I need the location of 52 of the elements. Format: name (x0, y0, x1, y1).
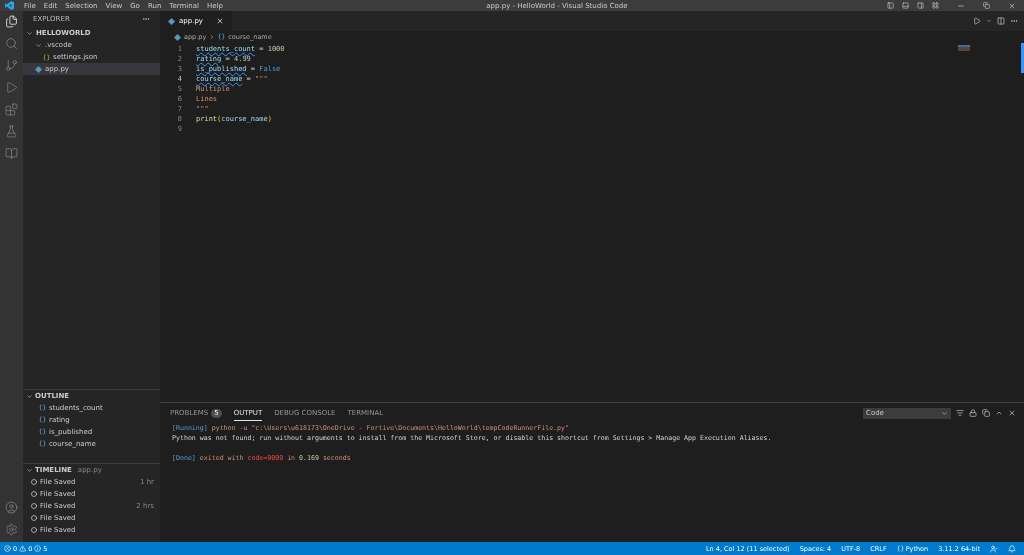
panel-toggle-icon[interactable] (902, 2, 909, 9)
app-logo-icon (5, 1, 14, 10)
account-icon[interactable] (5, 501, 18, 514)
variable-icon (39, 428, 46, 436)
more-icon[interactable] (142, 15, 150, 23)
chevron-icon[interactable] (986, 18, 992, 24)
search-icon[interactable] (5, 37, 18, 50)
copy-icon[interactable] (982, 409, 990, 417)
variable-icon (39, 416, 46, 424)
settings-icon[interactable] (5, 523, 18, 536)
variable-icon (39, 404, 46, 412)
more-icon[interactable] (1010, 17, 1018, 25)
braces-icon (896, 545, 904, 552)
minimap (958, 45, 970, 51)
restore-icon[interactable] (983, 2, 990, 9)
chevron-icon[interactable] (35, 41, 42, 49)
circle-icon (31, 479, 37, 485)
chevron-icon[interactable] (26, 29, 33, 37)
secondary-sidebar-icon[interactable] (917, 2, 924, 9)
scrollbar-marker (1021, 43, 1024, 73)
files-icon[interactable] (5, 15, 18, 28)
lock-icon[interactable] (969, 409, 977, 417)
chevron-icon (941, 409, 948, 417)
book-icon[interactable] (5, 147, 18, 160)
blocks-icon[interactable] (5, 103, 18, 116)
chevron-icon (209, 34, 216, 40)
sidebar-toggle-icon[interactable] (887, 2, 894, 9)
maximize-icon[interactable] (995, 409, 1003, 417)
close-icon[interactable] (1008, 1, 1016, 10)
clear-output-icon[interactable] (956, 409, 964, 417)
feedback-icon[interactable] (990, 544, 998, 553)
circle-icon (31, 503, 37, 509)
bell-icon[interactable] (1008, 544, 1016, 553)
play-icon[interactable] (5, 81, 18, 94)
error-icon (4, 545, 11, 552)
python-file-icon (35, 65, 42, 73)
info-icon (34, 545, 42, 552)
run-icon[interactable] (973, 17, 981, 25)
variable-icon (39, 440, 46, 448)
circle-icon (31, 515, 37, 521)
layout-icon[interactable] (932, 2, 939, 9)
circle-icon (31, 491, 37, 497)
flask-icon[interactable] (5, 125, 18, 138)
split-editor-icon[interactable] (997, 17, 1005, 25)
warning-icon (19, 545, 27, 552)
json-file-icon (43, 53, 50, 61)
chevron-icon[interactable] (26, 466, 33, 474)
close-icon[interactable] (1008, 409, 1016, 417)
chevron-icon[interactable] (26, 392, 33, 400)
circle-icon (31, 527, 37, 533)
variable-icon (218, 33, 226, 41)
branch-icon[interactable] (5, 59, 18, 72)
